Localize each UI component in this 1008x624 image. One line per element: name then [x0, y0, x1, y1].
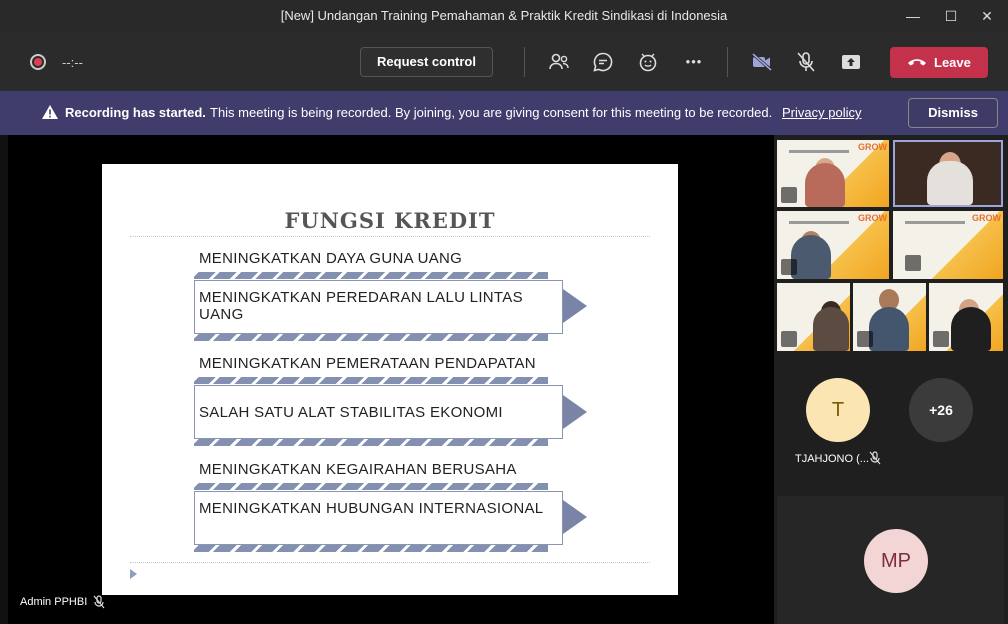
function-header: MENINGKATKAN DAYA GUNA UANG: [199, 250, 463, 267]
mic-off-icon: [781, 259, 797, 275]
minimize-button[interactable]: —: [898, 4, 928, 28]
leave-button[interactable]: Leave: [890, 47, 988, 78]
brand-text: GROW: [858, 213, 887, 223]
toolbar-divider: [727, 47, 728, 77]
participant-video-tile[interactable]: [853, 283, 926, 351]
toolbar-divider: [524, 47, 525, 77]
more-participants-button[interactable]: +26: [909, 378, 973, 442]
divider: [130, 562, 650, 563]
stripe-band: [194, 334, 548, 341]
participant-video-tile[interactable]: GROW: [777, 211, 889, 279]
stripe-band: [194, 272, 548, 279]
stripe-band: [194, 545, 548, 552]
function-box: SALAH SATU ALAT STABILITAS EKONOMI: [194, 385, 563, 439]
leave-label: Leave: [934, 55, 971, 70]
divider: [130, 236, 650, 237]
left-edge: [0, 135, 8, 624]
mic-off-icon: [933, 331, 949, 347]
camera-off-icon[interactable]: [750, 50, 774, 74]
chat-icon[interactable]: [591, 50, 615, 74]
hang-up-icon: [908, 59, 926, 66]
record-icon: [30, 54, 46, 70]
participant-video-tile[interactable]: GROW: [893, 211, 1003, 279]
function-header: MENINGKATKAN KEGAIRAHAN BERUSAHA: [199, 461, 517, 478]
privacy-policy-link[interactable]: Privacy policy: [782, 105, 861, 120]
warning-icon: [42, 105, 58, 119]
shared-slide: FUNGSI KREDIT MENINGKATKAN DAYA GUNA UAN…: [102, 164, 678, 595]
function-box: MENINGKATKAN PEREDARAN LALU LINTAS UANG: [194, 280, 563, 334]
brand-text: GROW: [972, 213, 1001, 223]
meeting-toolbar: --:-- Request control ••• Leave: [0, 33, 1008, 91]
arrow-icon: [563, 500, 587, 534]
stripe-band: [194, 377, 548, 384]
stripe-band: [194, 483, 548, 490]
recording-banner: Recording has started. This meeting is b…: [0, 91, 1008, 135]
arrow-icon: [563, 395, 587, 429]
request-control-button[interactable]: Request control: [360, 47, 493, 77]
mic-off-icon: [781, 331, 797, 347]
reactions-icon[interactable]: [636, 50, 660, 74]
brand-text: GROW: [858, 142, 887, 152]
mic-off-icon: [93, 595, 105, 609]
participant-video-tile[interactable]: GROW: [777, 140, 889, 207]
maximize-button[interactable]: ☐: [936, 4, 966, 28]
close-button[interactable]: ✕: [972, 4, 1002, 28]
slide-title: FUNGSI KREDIT: [284, 208, 496, 233]
function-header: MENINGKATKAN PEMERATAAN PENDAPATAN: [199, 355, 536, 372]
mic-off-icon: [781, 187, 797, 203]
meeting-timer: --:--: [62, 55, 83, 70]
mic-off-icon: [857, 331, 873, 347]
bullet-icon: [130, 569, 137, 579]
recording-message: This meeting is being recorded. By joini…: [210, 105, 773, 120]
mic-off-icon: [905, 255, 921, 271]
window-titlebar: [New] Undangan Training Pemahaman & Prak…: [0, 0, 1008, 33]
participant-name: TJAHJONO (...: [795, 453, 869, 465]
presenter-name: Admin PPHBI: [20, 596, 88, 608]
participant-video-tile-active[interactable]: [893, 140, 1003, 207]
dismiss-button[interactable]: Dismiss: [908, 98, 998, 128]
participant-video-tile[interactable]: [777, 283, 850, 351]
participant-avatar[interactable]: T: [806, 378, 870, 442]
more-icon[interactable]: •••: [682, 50, 706, 74]
mic-off-icon: [869, 451, 881, 465]
participant-video-tile[interactable]: [929, 283, 1003, 351]
participant-avatar[interactable]: MP: [864, 529, 928, 593]
stripe-band: [194, 439, 548, 446]
people-icon[interactable]: [547, 50, 571, 74]
mic-off-icon[interactable]: [794, 50, 818, 74]
window-title: [New] Undangan Training Pemahaman & Prak…: [280, 8, 728, 23]
share-icon[interactable]: [839, 50, 863, 74]
recording-status: Recording has started.: [65, 105, 206, 120]
function-box: MENINGKATKAN HUBUNGAN INTERNASIONAL: [194, 491, 563, 545]
arrow-icon: [563, 289, 587, 323]
